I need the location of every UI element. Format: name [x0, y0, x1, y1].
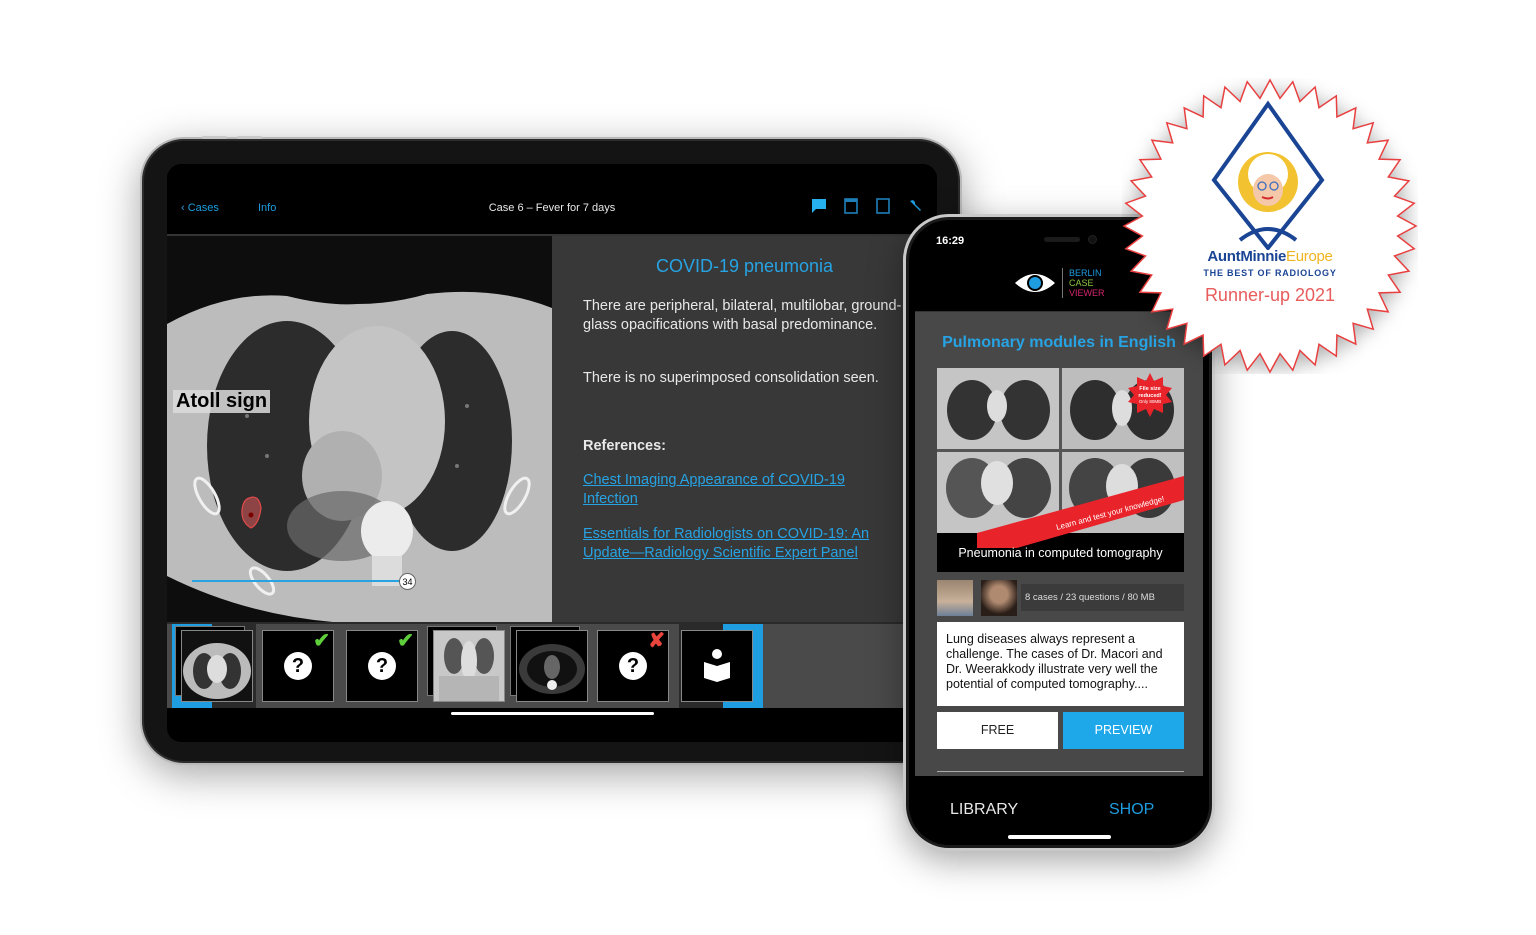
- thumbnail-ct-soft-tissue[interactable]: [510, 626, 588, 702]
- svg-text:File size: File size: [1139, 386, 1160, 392]
- logo-line: VIEWER: [1069, 288, 1105, 298]
- status-time: 16:29: [936, 235, 965, 247]
- thumb-frame: [181, 630, 253, 702]
- divider: [937, 771, 1184, 772]
- wrench-icon[interactable]: [907, 198, 923, 214]
- thumbnail-question[interactable]: ? ✔: [346, 630, 418, 702]
- findings-paragraph: There is no superimposed consolidation s…: [583, 370, 879, 386]
- eye-logo-icon: [1015, 274, 1055, 292]
- preview-button[interactable]: PREVIEW: [1063, 712, 1184, 749]
- badge-brand: AuntMinnieEurope: [1122, 248, 1418, 265]
- tablet-device: ‹ Cases Info Case 6 – Fever for 7 days A…: [140, 136, 962, 765]
- question-icon: ?: [368, 652, 396, 680]
- reference-link[interactable]: Essentials for Radiologists on COVID-19:…: [583, 525, 893, 563]
- tab-shop[interactable]: SHOP: [1109, 801, 1154, 819]
- module-meta: 8 cases / 23 questions / 80 MB: [937, 580, 1184, 616]
- reading-book-icon: [704, 649, 730, 682]
- award-badge: AuntMinnieEurope THE BEST OF RADIOLOGY R…: [1122, 78, 1418, 374]
- badge-subtitle: THE BEST OF RADIOLOGY: [1203, 268, 1337, 278]
- ct-image-viewer[interactable]: Atoll sign 34: [167, 234, 552, 622]
- module-cover-image[interactable]: Learn and test your knowledge! File size…: [937, 368, 1184, 572]
- diagnosis-title: COVID-19 pneumonia: [655, 256, 834, 276]
- tab-library[interactable]: LIBRARY: [950, 801, 1018, 819]
- author-avatar: [937, 580, 973, 616]
- tab-bar: LIBRARY SHOP: [906, 787, 1212, 837]
- logo-divider: [1062, 268, 1063, 298]
- cover-caption: Pneumonia in computed tomography: [958, 546, 1163, 560]
- logo-line: CASE: [1069, 278, 1094, 288]
- tablet-nav-bar: ‹ Cases Info Case 6 – Fever for 7 days: [167, 164, 937, 234]
- phone-speaker: [1044, 237, 1080, 242]
- module-stats: 8 cases / 23 questions / 80 MB: [1021, 584, 1184, 611]
- check-icon: ✔: [313, 630, 330, 652]
- annotation-label: Atoll sign: [173, 390, 271, 413]
- brand-europe: Europe: [1286, 248, 1333, 265]
- brand-main: AuntMinnie: [1207, 248, 1287, 265]
- svg-text:Only 80MB: Only 80MB: [1139, 399, 1161, 404]
- slice-number-handle[interactable]: 34: [399, 573, 416, 590]
- thumbnail-question[interactable]: ? ✔: [262, 630, 334, 702]
- slice-slider-track[interactable]: [192, 580, 402, 582]
- case-filmstrip: ? ✔ ? ✔ ? ✘: [167, 622, 937, 708]
- logo-line: BERLIN: [1069, 268, 1102, 278]
- tablet-button: [237, 136, 262, 139]
- reference-link[interactable]: Chest Imaging Appearance of COVID-19 Inf…: [583, 471, 893, 509]
- home-indicator: [1008, 835, 1111, 839]
- square-icon[interactable]: [875, 198, 891, 214]
- cross-icon: ✘: [648, 630, 665, 652]
- module-description: Lung diseases always represent a challen…: [937, 622, 1184, 706]
- free-button[interactable]: FREE: [937, 712, 1058, 749]
- thumbnail-ct-coronal[interactable]: [427, 626, 505, 702]
- findings-paragraph: There are peripheral, bilateral, multilo…: [583, 298, 902, 333]
- thumbnail-reading[interactable]: [681, 630, 753, 702]
- home-indicator: [451, 712, 654, 715]
- ct-scan-image: [167, 236, 552, 622]
- thumbnail-question[interactable]: ? ✘: [597, 630, 669, 702]
- case-info-panel: COVID-19 pneumonia There are peripheral,…: [552, 234, 937, 622]
- references-heading: References:: [583, 438, 667, 454]
- toolbar-icons: [811, 198, 923, 214]
- check-icon: ✔: [397, 630, 414, 652]
- logo-text: BERLIN CASE VIEWER: [1069, 268, 1105, 298]
- award-text: Runner-up 2021: [1204, 285, 1336, 305]
- berlin-case-viewer-logo: BERLIN CASE VIEWER: [1014, 268, 1105, 298]
- window-icon[interactable]: [843, 198, 859, 214]
- thumb-frame: [433, 630, 505, 702]
- cover-ct-collage: Learn and test your knowledge! File size…: [937, 368, 1184, 548]
- tablet-button: [202, 136, 227, 139]
- shop-content: Pulmonary modules in English Learn and t…: [915, 311, 1203, 776]
- aunt-minnie-mascot-icon: [1211, 100, 1325, 250]
- thumbnail-ct-axial[interactable]: [175, 626, 253, 702]
- tablet-screen: ‹ Cases Info Case 6 – Fever for 7 days A…: [167, 164, 937, 742]
- comment-icon[interactable]: [811, 198, 827, 214]
- thumb-frame: [516, 630, 588, 702]
- author-avatar: [981, 580, 1017, 616]
- question-icon: ?: [619, 652, 647, 680]
- question-icon: ?: [284, 652, 312, 680]
- phone-camera: [1088, 235, 1097, 244]
